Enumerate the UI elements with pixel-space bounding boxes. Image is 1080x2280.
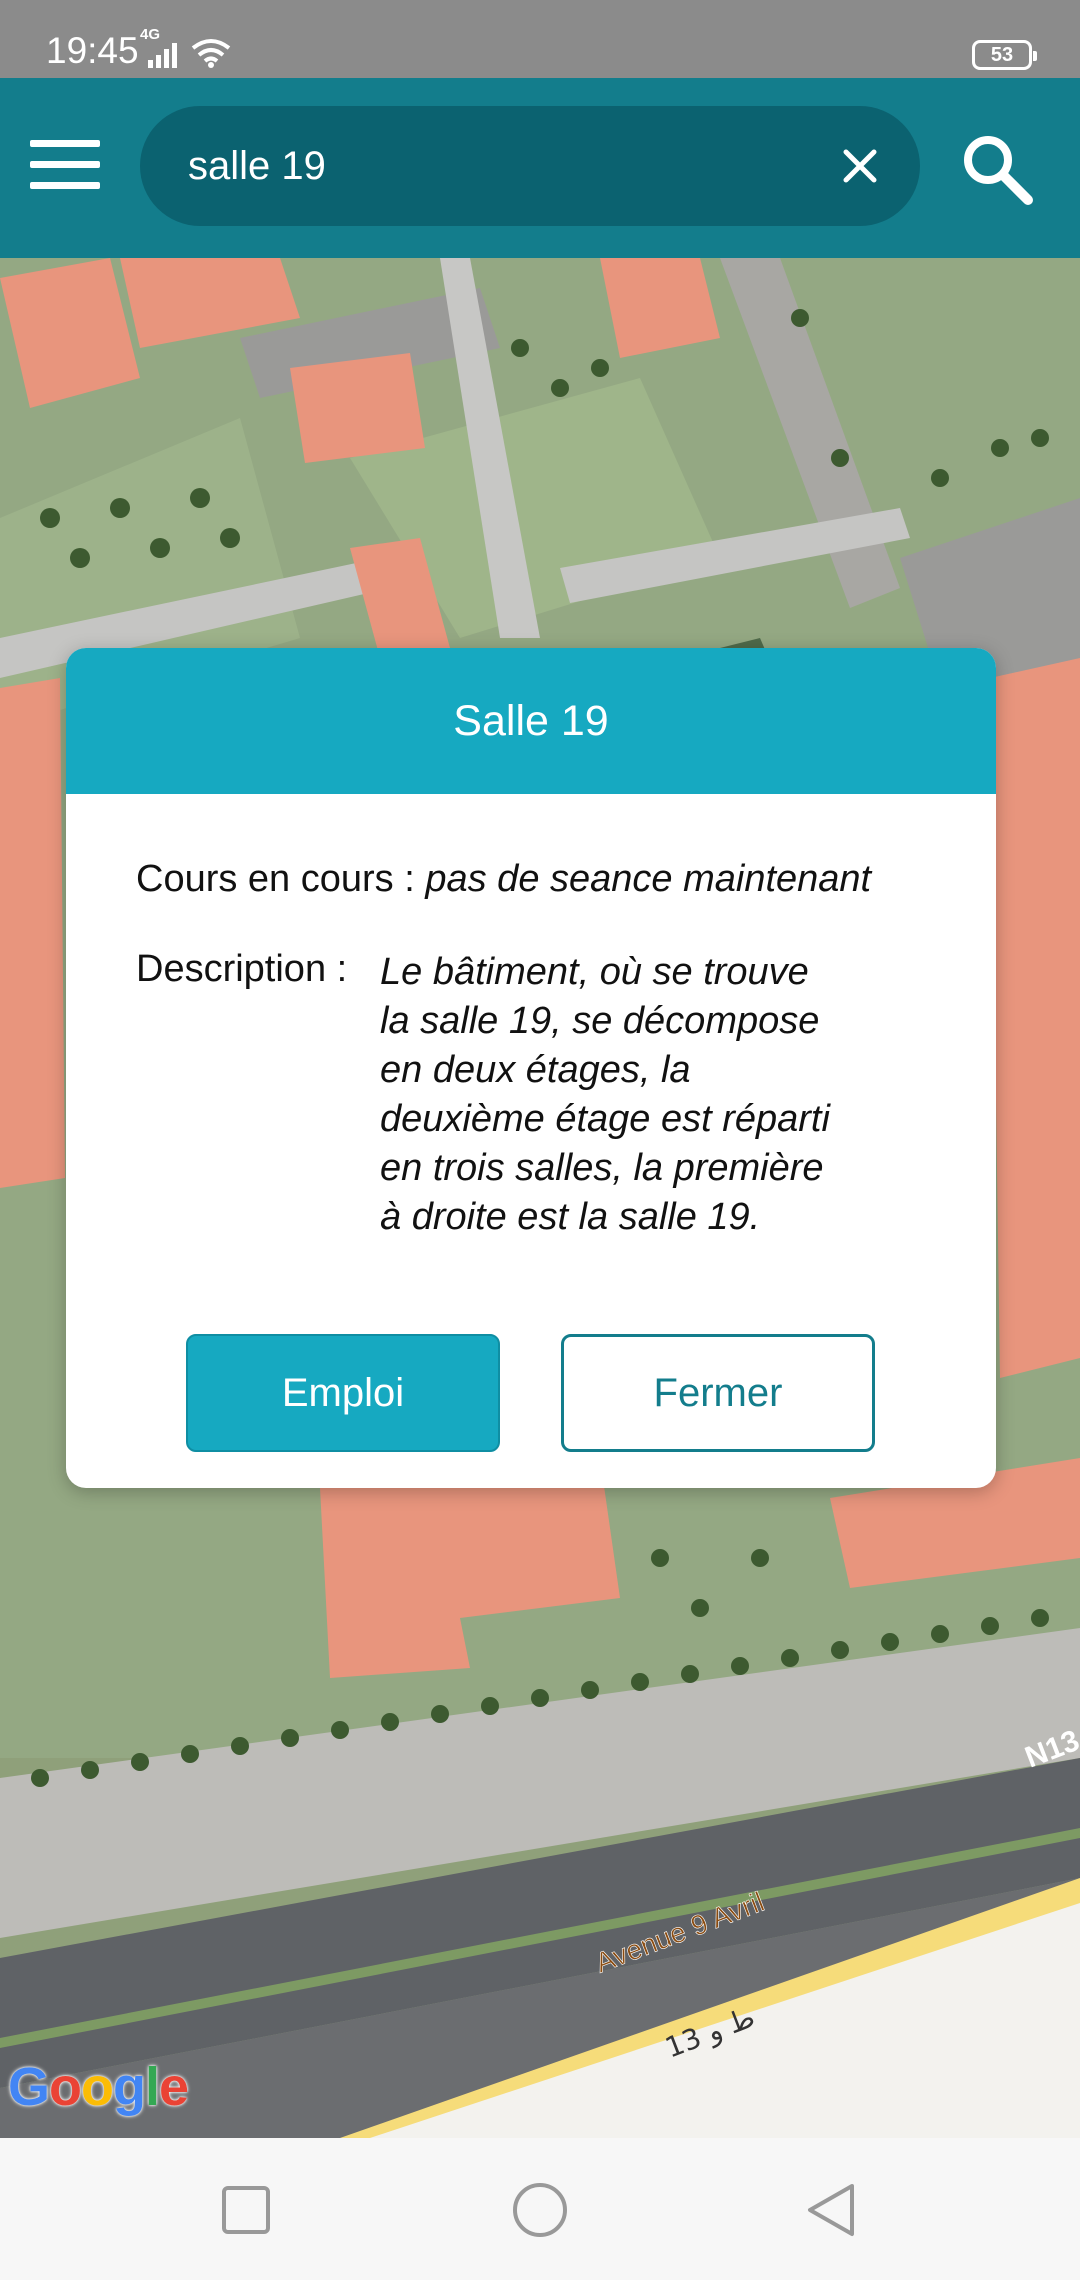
description-line: à droite est la salle 19. [380, 1196, 761, 1238]
status-bar: 19:45 4G 53 [0, 0, 1080, 78]
cellular-signal-icon [148, 43, 177, 68]
home-circle-icon[interactable] [510, 2180, 570, 2240]
google-letter: l [145, 2057, 160, 2117]
google-letter: G [8, 2057, 50, 2117]
status-time: 19:45 [46, 30, 139, 71]
description-line: deuxième étage est réparti [380, 1098, 830, 1140]
app-bar [0, 78, 1080, 258]
dialog-header: Salle 19 [66, 648, 996, 794]
close-icon[interactable] [830, 136, 890, 196]
search-input[interactable] [188, 136, 788, 196]
google-letter: e [159, 2057, 189, 2117]
recents-square-icon[interactable] [216, 2180, 276, 2240]
google-letter: o [49, 2057, 82, 2117]
description-line: la salle 19, se décompose [380, 1000, 820, 1042]
current-course-label: Cours en cours : [136, 858, 415, 900]
description-line: en trois salles, la première [380, 1147, 824, 1189]
back-triangle-icon[interactable] [802, 2180, 862, 2240]
google-letter: o [81, 2057, 114, 2117]
room-info-dialog: Salle 19 Cours en cours : pas de seance … [66, 648, 996, 1488]
current-course-value: pas de seance maintenant [425, 858, 872, 900]
network-type-label: 4G [140, 26, 161, 43]
hamburger-menu-icon[interactable] [30, 140, 100, 196]
description-line: en deux étages, la [380, 1049, 691, 1091]
description-text: Le bâtiment, où se trouve la salle 19, s… [380, 948, 940, 1242]
search-bar [140, 106, 920, 226]
system-navigation-bar [0, 2138, 1080, 2280]
google-letter: g [113, 2057, 146, 2117]
dialog-title: Salle 19 [453, 696, 609, 745]
google-logo: Google [8, 2056, 189, 2118]
battery-icon: 53 [972, 40, 1037, 70]
emploi-button[interactable]: Emploi [186, 1334, 500, 1452]
description-line: Le bâtiment, où se trouve [380, 951, 809, 993]
wifi-icon [191, 39, 231, 68]
description-label: Description : [136, 948, 348, 990]
battery-level: 53 [990, 44, 1014, 66]
current-course-row: Cours en cours : pas de seance maintenan… [136, 858, 871, 901]
fermer-button[interactable]: Fermer [561, 1334, 875, 1452]
search-icon[interactable] [958, 130, 1038, 210]
